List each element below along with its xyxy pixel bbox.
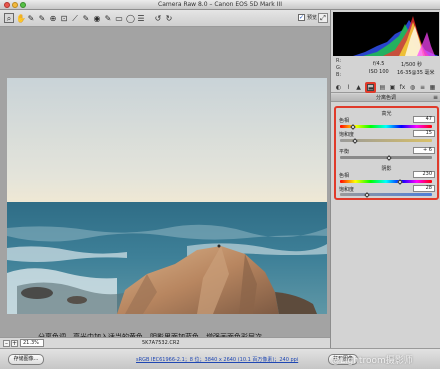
shadows-hue-value[interactable]: 230 — [413, 171, 435, 178]
save-image-button[interactable]: 存储图像... — [8, 354, 44, 365]
shadows-saturation-value[interactable]: 28 — [413, 185, 435, 192]
histogram — [333, 12, 439, 56]
adjustment-brush-icon[interactable]: ✎ — [103, 13, 113, 23]
aperture-value: f/4.5 — [373, 61, 385, 67]
hand-tool-icon[interactable]: ✋ — [15, 13, 26, 23]
preview-label: 预览 — [307, 15, 318, 21]
zoom-out-button[interactable]: – — [3, 340, 10, 347]
tab-highlight-annotation — [365, 82, 376, 93]
iso-value: ISO 100 — [369, 69, 389, 75]
panel-title: 分离色调 ≡ — [331, 94, 440, 102]
workflow-options-link[interactable]: sRGB IEC61966-2.1；8 位；3840 x 2640 (10.1 … — [136, 356, 298, 363]
watermark: @Lightroom摄影师 — [331, 356, 413, 366]
spot-removal-tool-icon[interactable]: ✎ — [81, 13, 91, 23]
preview-canvas: 分离色调，高光中加入适当的黄色，阴影里面加蓝色，增强画面色彩层次 — [0, 27, 330, 341]
tab-basic-icon[interactable]: ◐ — [335, 84, 342, 91]
green-readout: G: — [336, 65, 342, 71]
panel-title-text: 分离色调 — [375, 95, 396, 101]
rotate-right-icon[interactable]: ↻ — [164, 13, 174, 23]
tab-presets-icon[interactable]: ≡ — [419, 84, 426, 91]
tool-bar: ✓ 预览 ⤢ ⌕ ✋ ✎ ✎ ⊕ ⊡ ⟋ ✎ ◉ ✎ ▭ ◯ ☰ ↺ ↻ — [0, 10, 330, 27]
panel-tabs: ◐ ⌇ ▲ ▬ ▤ ▣ fx ◍ ≡ ▦ — [331, 82, 440, 93]
shadows-hue-slider[interactable] — [340, 180, 432, 183]
zoom-tool-icon[interactable]: ⌕ — [4, 13, 14, 23]
tab-effects-icon[interactable]: fx — [399, 84, 406, 91]
color-sampler-tool-icon[interactable]: ✎ — [37, 13, 47, 23]
rotate-left-icon[interactable]: ↺ — [153, 13, 163, 23]
adjustment-panel: R: G: B: f/4.5 1/500 秒 ISO 100 16-35@35 … — [330, 10, 440, 348]
lens-value: 16-35@35 毫米 — [397, 70, 435, 76]
crop-tool-icon[interactable]: ⊡ — [59, 13, 69, 23]
file-name: 5K7A7532.CR2 — [142, 340, 180, 346]
highlights-hue-value[interactable]: 47 — [413, 116, 435, 123]
fullscreen-button[interactable]: ⤢ — [318, 13, 328, 23]
photo-preview — [7, 78, 327, 314]
tab-detail-icon[interactable]: ▲ — [355, 84, 362, 91]
highlights-saturation-label: 饱和度 — [339, 132, 355, 138]
shadows-saturation-label: 饱和度 — [339, 187, 355, 193]
window-title: Camera Raw 8.0 – Canon EOS 5D Mark III — [158, 1, 282, 8]
red-readout: R: — [336, 58, 342, 64]
shadows-saturation-slider[interactable] — [340, 193, 432, 196]
balance-label: 平衡 — [339, 149, 350, 155]
radial-filter-icon[interactable]: ◯ — [125, 13, 135, 23]
title-bar: Camera Raw 8.0 – Canon EOS 5D Mark III — [0, 0, 440, 10]
white-balance-tool-icon[interactable]: ✎ — [26, 13, 36, 23]
shutter-value: 1/500 秒 — [401, 62, 422, 68]
zoom-bar: – + 21.3% 5K7A7532.CR2 — [0, 337, 330, 348]
tab-camera-calibration-icon[interactable]: ◍ — [409, 84, 416, 91]
tab-hsl-icon[interactable]: ▤ — [379, 84, 386, 91]
info-readout: R: G: B: f/4.5 1/500 秒 ISO 100 16-35@35 … — [333, 57, 439, 81]
red-eye-tool-icon[interactable]: ◉ — [92, 13, 102, 23]
targeted-adjustment-tool-icon[interactable]: ⊕ — [48, 13, 58, 23]
bottom-bar: 存储图像... sRGB IEC61966-2.1；8 位；3840 x 264… — [0, 348, 440, 369]
balance-value[interactable]: + 6 — [413, 147, 435, 154]
highlights-saturation-value[interactable]: 15 — [413, 130, 435, 137]
panel-menu-icon[interactable]: ≡ — [433, 94, 438, 102]
shadows-hue-label: 色相 — [339, 173, 350, 179]
graduated-filter-icon[interactable]: ▭ — [114, 13, 124, 23]
split-toning-controls: 高光 色相 47 饱和度 15 平衡 + 6 阴影 色相 230 饱和度 28 — [334, 106, 439, 200]
zoom-level-select[interactable]: 21.3% — [20, 339, 44, 347]
tab-tone-curve-icon[interactable]: ⌇ — [345, 84, 352, 91]
tab-snapshots-icon[interactable]: ▦ — [429, 84, 436, 91]
zoom-in-button[interactable]: + — [11, 340, 18, 347]
blue-readout: B: — [336, 72, 342, 78]
tab-lens-corrections-icon[interactable]: ▣ — [389, 84, 396, 91]
preview-checkbox[interactable]: ✓ — [298, 14, 305, 21]
straighten-tool-icon[interactable]: ⟋ — [70, 13, 80, 23]
preferences-icon[interactable]: ☰ — [136, 13, 146, 23]
highlights-hue-label: 色相 — [339, 118, 350, 124]
